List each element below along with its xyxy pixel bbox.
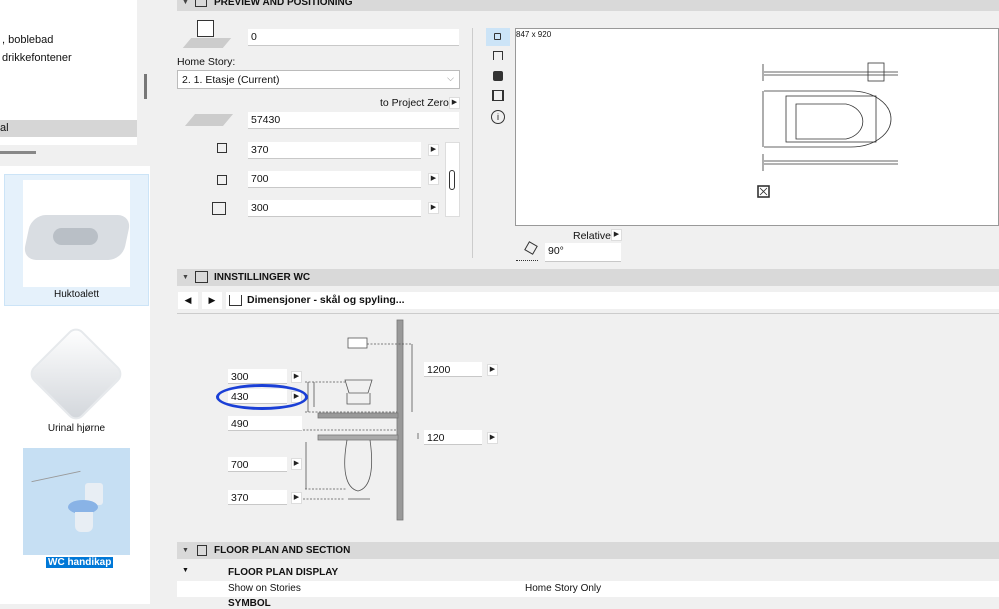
height-icon <box>212 202 226 215</box>
dim-300-button[interactable]: ▶ <box>291 371 302 383</box>
chain-link-icon <box>449 170 455 190</box>
collapse-icon: ▼ <box>182 274 189 281</box>
dim-120-input[interactable]: 120 <box>424 430 482 445</box>
dim-1200-input[interactable]: 1200 <box>424 362 482 377</box>
subsection-collapse-icon[interactable]: ▼ <box>182 567 189 574</box>
divider <box>472 28 473 258</box>
page-title: Dimensjoner - skål og spyling... <box>247 294 405 306</box>
to-project-zero-button[interactable]: ▶ <box>449 97 460 109</box>
wc-handikap-image <box>23 448 130 555</box>
plan-view-button[interactable] <box>486 28 510 46</box>
project-zero-input[interactable]: 57430 <box>248 112 459 129</box>
section-header-innstillinger[interactable]: ▼ INNSTILLINGER WC <box>177 269 999 286</box>
depth-icon <box>217 175 227 185</box>
row-value: Home Story Only <box>525 583 602 594</box>
highlight-ellipse <box>216 384 308 410</box>
chevron-down-icon: ⌵ <box>447 73 454 83</box>
dim-370-input[interactable]: 370 <box>228 490 287 505</box>
thumbnail-huktoalett[interactable]: Huktoalett <box>4 174 149 306</box>
preview-toolbar: i <box>486 28 510 128</box>
show-on-stories-row[interactable]: Show on Stories Home Story Only <box>177 581 999 597</box>
thumbnail-urinal[interactable]: Urinal hjørne <box>4 311 149 441</box>
row-label: Show on Stories <box>228 583 301 594</box>
dim-700-button[interactable]: ▶ <box>291 458 302 470</box>
collapse-icon: ▼ <box>182 547 189 554</box>
huktoalett-image <box>22 180 132 287</box>
width-input[interactable]: 370 <box>248 142 421 159</box>
elevation-view-button[interactable] <box>492 90 504 101</box>
height-input[interactable]: 300 <box>248 200 421 217</box>
section-title: FLOOR PLAN AND SECTION <box>214 545 351 556</box>
thumbnail-panel: Huktoalett Urinal hjørne WC handikap <box>0 166 150 604</box>
3d-view-button[interactable] <box>493 71 503 81</box>
info-icon[interactable]: i <box>491 110 505 124</box>
dimensions-icon <box>229 295 242 306</box>
collapse-icon: ▼ <box>182 0 189 6</box>
angle-input[interactable]: 90° <box>545 243 621 262</box>
depth-arrow-button[interactable]: ▶ <box>428 173 439 185</box>
height-arrow-button[interactable]: ▶ <box>428 202 439 214</box>
library-tree: , boblebad drikkefontener al <box>0 0 137 145</box>
home-story-label: Home Story: <box>177 56 236 68</box>
section-title: INNSTILLINGER WC <box>214 272 311 283</box>
floor-plan-section-icon <box>197 545 207 556</box>
subsection-title: FLOOR PLAN DISPLAY <box>228 567 339 578</box>
page-select[interactable]: Dimensjoner - skål og spyling... <box>226 292 999 309</box>
dim-120-button[interactable]: ▶ <box>487 432 498 444</box>
width-icon <box>217 143 227 153</box>
elevation-icon <box>182 20 233 50</box>
link-proportions-toggle[interactable] <box>445 142 460 217</box>
divider <box>177 313 999 314</box>
tree-item[interactable]: drikkefontener <box>2 52 72 64</box>
wc-plan-drawing <box>757 62 898 198</box>
thumbnail-label: Urinal hjørne <box>47 423 106 434</box>
dim-700-input[interactable]: 700 <box>228 457 287 472</box>
section-view-button[interactable] <box>493 51 503 60</box>
preview-size: 847 x 920 <box>516 30 552 39</box>
relative-button[interactable]: ▶ <box>611 229 622 241</box>
horizontal-scrollbar[interactable] <box>0 151 36 154</box>
thumbnail-label-selected: WC handikap <box>46 557 114 568</box>
dim-300-input[interactable]: 300 <box>228 369 287 384</box>
relative-label: Relative <box>573 230 611 242</box>
square-icon <box>494 33 501 40</box>
home-story-value: 2. 1. Etasje (Current) <box>182 74 280 86</box>
preview-canvas[interactable]: 847 x 920 <box>515 28 999 226</box>
to-project-zero-label: to Project Zero <box>380 97 449 109</box>
home-story-select[interactable]: 2. 1. Etasje (Current) ⌵ <box>177 70 460 89</box>
tree-item-selected[interactable]: al <box>0 120 137 137</box>
rotation-icon <box>516 241 538 261</box>
elevation-input[interactable]: 0 <box>248 29 459 46</box>
thumbnail-wc-handikap[interactable]: WC handikap <box>4 448 149 573</box>
tree-item[interactable]: , boblebad <box>2 34 53 46</box>
section-title: PREVIEW AND POSITIONING <box>214 0 353 8</box>
vertical-scrollbar[interactable] <box>144 74 147 99</box>
dim-490-input[interactable]: 490 <box>228 416 302 431</box>
settings-section-icon <box>195 271 208 283</box>
dim-1200-button[interactable]: ▶ <box>487 364 498 376</box>
section-header-floor-plan[interactable]: ▼ FLOOR PLAN AND SECTION <box>177 542 999 559</box>
section-header-preview[interactable]: ▼ PREVIEW AND POSITIONING <box>177 0 999 11</box>
tree-item-label: al <box>0 122 9 134</box>
preview-section-icon <box>195 0 207 7</box>
prev-page-button[interactable]: ◀ <box>178 292 198 309</box>
dim-370-button[interactable]: ▶ <box>291 492 302 504</box>
depth-input[interactable]: 700 <box>248 171 421 188</box>
width-arrow-button[interactable]: ▶ <box>428 144 439 156</box>
thumbnail-label: Huktoalett <box>53 289 100 300</box>
urinal-image <box>26 319 126 424</box>
wc-dimension-diagram <box>303 319 419 521</box>
project-zero-icon <box>184 114 234 128</box>
next-page-button[interactable]: ▶ <box>202 292 222 309</box>
